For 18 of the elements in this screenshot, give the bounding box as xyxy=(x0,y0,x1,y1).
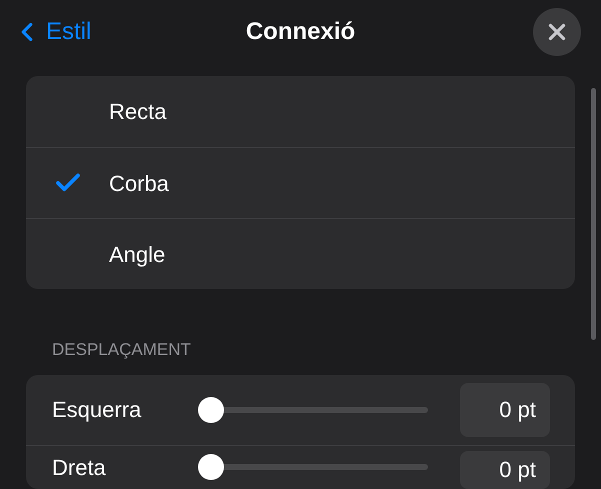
option-row[interactable]: Angle xyxy=(26,218,575,289)
option-row[interactable]: Corba xyxy=(26,147,575,218)
back-button[interactable]: Estil xyxy=(12,14,92,50)
close-button[interactable] xyxy=(533,8,581,56)
slider[interactable] xyxy=(198,454,428,480)
value-field[interactable]: 0 pt xyxy=(460,450,550,488)
option-label: Corba xyxy=(109,170,169,198)
slider-thumb[interactable] xyxy=(198,454,224,480)
slider[interactable] xyxy=(198,396,428,422)
value-field[interactable]: 0 pt xyxy=(460,382,550,436)
slider-thumb[interactable] xyxy=(198,396,224,422)
window-title: Connexió xyxy=(246,17,356,47)
option-label: Recta xyxy=(109,98,166,126)
row-label: Dreta xyxy=(52,454,107,482)
option-label: Angle xyxy=(109,240,166,269)
option-row[interactable]: Recta xyxy=(26,76,575,147)
section-header: DESPLAÇAMENT xyxy=(52,339,192,361)
row-label: Esquerra xyxy=(52,396,142,424)
